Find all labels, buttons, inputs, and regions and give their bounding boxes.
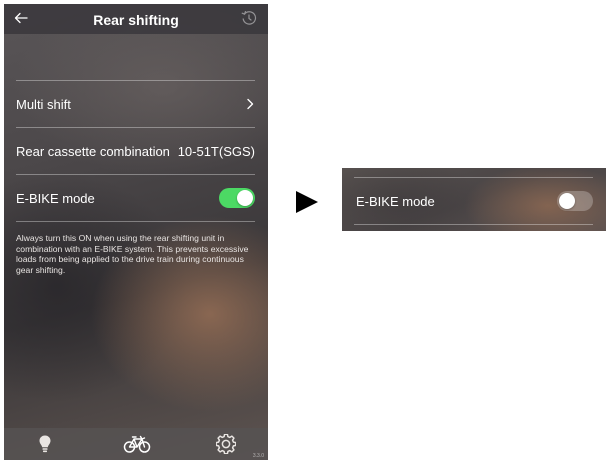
e-bike-mode-label: E-BIKE mode	[356, 193, 435, 209]
page-title: Rear shifting	[93, 12, 179, 28]
play-arrow-icon	[296, 191, 318, 213]
restore-icon[interactable]	[240, 9, 258, 27]
e-bike-mode-note: Always turn this ON when using the rear …	[16, 233, 249, 275]
rear-cassette-combination-value: 10-51T(SGS)	[177, 143, 255, 159]
bottom-tab-bar: 3.3.0	[4, 428, 268, 460]
multi-shift-label: Multi shift	[16, 96, 71, 112]
rear-cassette-combination-row[interactable]: Rear cassette combination 10-51T(SGS)	[16, 128, 255, 174]
app-version: 3.3.0	[252, 453, 264, 459]
chevron-right-icon	[247, 98, 254, 110]
e-bike-mode-row-off: E-BIKE mode	[356, 178, 593, 224]
toggle-knob	[559, 193, 575, 209]
phone-screen: Rear shifting Multi shift Rear cassette …	[4, 4, 268, 460]
multi-shift-row[interactable]: Multi shift	[16, 81, 255, 127]
e-bike-mode-toggle-off[interactable]	[557, 191, 593, 211]
header-bar: Rear shifting	[4, 4, 268, 34]
divider	[16, 221, 255, 222]
rear-cassette-combination-label: Rear cassette combination	[16, 143, 170, 159]
e-bike-mode-row: E-BIKE mode	[16, 175, 255, 221]
bicycle-icon[interactable]	[123, 434, 151, 454]
gear-icon[interactable]	[216, 434, 236, 454]
e-bike-mode-label: E-BIKE mode	[16, 190, 95, 206]
divider	[354, 224, 593, 225]
lightbulb-icon[interactable]	[38, 434, 52, 454]
toggle-knob	[237, 190, 253, 206]
e-bike-mode-detail-panel: E-BIKE mode	[342, 168, 606, 231]
e-bike-mode-toggle[interactable]	[219, 188, 255, 208]
